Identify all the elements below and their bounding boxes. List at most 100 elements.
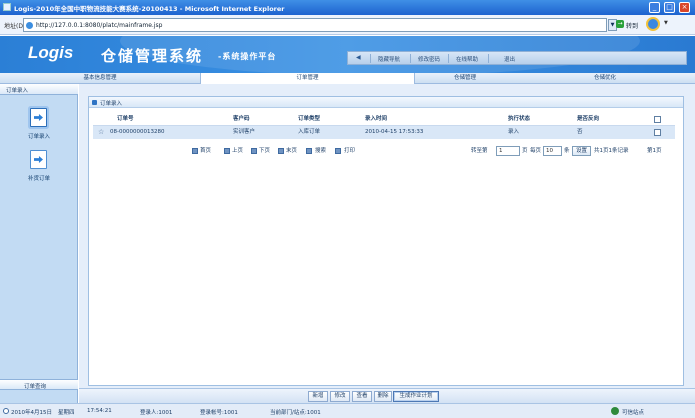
search-button[interactable]: 搜索	[315, 145, 326, 157]
system-name: 仓储管理系统	[101, 47, 204, 65]
cell-entry-time: 2010-04-15 17:53:33	[365, 129, 424, 135]
add-button[interactable]: 新增	[308, 391, 328, 402]
goto-page-input[interactable]: 1	[496, 146, 520, 156]
hide-nav-link[interactable]: 隐藏导航	[378, 55, 400, 63]
record-summary: 共1页1条记录	[594, 148, 629, 154]
prev-page-button[interactable]: 上页	[232, 145, 243, 157]
clock-icon	[3, 408, 9, 414]
select-all-checkbox[interactable]	[654, 116, 661, 123]
sidebar-footer[interactable]: 订单查询	[0, 379, 78, 390]
links-dropdown-icon[interactable]: ▼	[664, 20, 668, 26]
sidebar-header[interactable]: 订单录入	[0, 84, 78, 95]
column-header-order-type[interactable]: 订单类型	[298, 113, 320, 126]
apply-page-size-button[interactable]: 设置	[572, 146, 591, 156]
per-page-label: 每页	[530, 148, 542, 154]
go-label: 转到	[626, 23, 639, 30]
status-time: 17:54:21	[87, 408, 112, 414]
window-title: Logis-2010年全国中职物流技能大赛系统-20100413 - Micro…	[14, 5, 285, 13]
panel-title: 订单录入	[100, 101, 123, 107]
address-url: http://127.0.0.1:8080/platc/mainframe.js…	[36, 22, 163, 29]
status-bar: 2010年4月15日 星期四 17:54:21 登录人:1001 登录帐号:10…	[0, 403, 695, 418]
status-account: 登录帐号:1001	[200, 410, 238, 416]
row-checkbox[interactable]	[654, 129, 661, 136]
main-content: 订单录入 订单号 客户码 订单类型 录入时间 执行状态 是否反向 ☆ 08-00…	[79, 84, 695, 388]
search-icon	[306, 148, 312, 154]
last-page-button[interactable]: 末页	[286, 145, 297, 157]
cell-order-no[interactable]: 08-0000000013280	[110, 126, 164, 139]
tab-warehouse-optimization[interactable]: 仓储优化	[515, 73, 695, 84]
toolbar-divider	[488, 54, 489, 63]
first-page-icon	[192, 148, 198, 154]
window-title-bar: Logis-2010年全国中职物流技能大赛系统-20100413 - Micro…	[0, 0, 695, 15]
address-bar: 地址(D) http://127.0.0.1:8080/platc/mainfr…	[0, 15, 695, 35]
status-date: 2010年4月15日	[11, 410, 52, 416]
address-input[interactable]: http://127.0.0.1:8080/platc/mainframe.js…	[23, 18, 607, 32]
arrow-icon	[34, 114, 43, 121]
print-button[interactable]: 打印	[344, 145, 355, 157]
header-banner: Logis 仓储管理系统 -系统操作平台 ◀ 隐藏导航 修改密码 在线帮助 退出	[0, 36, 695, 73]
toolbar-divider	[370, 54, 371, 63]
toolbar-divider	[448, 54, 449, 63]
next-page-icon	[251, 148, 257, 154]
back-arrow-icon[interactable]: ◀	[356, 54, 366, 62]
sidebar-item-label: 补货订单	[27, 176, 50, 182]
online-help-link[interactable]: 在线帮助	[456, 55, 478, 63]
generate-plan-button[interactable]: 生成作业计划	[393, 391, 439, 402]
edit-button[interactable]: 修改	[330, 391, 350, 402]
panel-header: 订单录入	[89, 97, 683, 108]
next-page-button[interactable]: 下页	[259, 145, 270, 157]
order-entry-icon	[30, 108, 47, 127]
row-star-icon: ☆	[98, 128, 105, 136]
column-header-entry-time[interactable]: 录入时间	[365, 113, 387, 126]
sidebar-item-replenish-order[interactable]: 补货订单	[16, 150, 62, 192]
trusted-site-icon	[611, 407, 619, 415]
page-unit-label: 页	[522, 148, 528, 154]
restore-button[interactable]: □	[664, 2, 675, 13]
order-entry-panel: 订单录入 订单号 客户码 订单类型 录入时间 执行状态 是否反向 ☆ 08-00…	[88, 96, 684, 386]
column-header-order-no[interactable]: 订单号	[117, 113, 134, 126]
tab-basic-info[interactable]: 基本信息管理	[0, 73, 200, 84]
table-header: 订单号 客户码 订单类型 录入时间 执行状态 是否反向	[93, 113, 675, 126]
sidebar-item-label: 订单录入	[27, 134, 50, 140]
arrow-icon	[34, 156, 43, 163]
column-header-customer[interactable]: 客户码	[233, 113, 250, 126]
current-page-label: 第1页	[647, 148, 662, 154]
change-password-link[interactable]: 修改密码	[418, 55, 440, 63]
cell-customer: 实训客户	[233, 129, 256, 135]
cell-reverse: 否	[577, 129, 583, 135]
cell-order-type: 入库订单	[298, 129, 321, 135]
column-header-reverse[interactable]: 是否反向	[577, 113, 599, 126]
page-icon	[26, 22, 33, 29]
sidebar-item-order-entry[interactable]: 订单录入	[16, 108, 62, 150]
prev-page-icon	[224, 148, 230, 154]
sidebar-header-label: 订单录入	[6, 88, 29, 94]
status-login-user: 登录人:1001	[140, 410, 173, 416]
per-page-input[interactable]: 10	[543, 146, 562, 156]
goto-page-label: 转至第	[471, 148, 488, 154]
minimize-button[interactable]: _	[649, 2, 660, 13]
view-button[interactable]: 查看	[352, 391, 372, 402]
header-toolbar: ◀ 隐藏导航 修改密码 在线帮助 退出	[347, 51, 687, 65]
logout-link[interactable]: 退出	[504, 55, 515, 63]
app-icon	[3, 3, 11, 11]
go-button[interactable]: → 转到	[614, 18, 644, 32]
replenish-order-icon	[30, 150, 47, 169]
go-arrow-icon: →	[616, 20, 624, 28]
module-tabs: 基本信息管理 订单管理 仓储管理 仓储优化	[0, 73, 695, 84]
pagination-bar: 首页 上页 下页 末页 搜索 打印 转至第 1 页 每页 10 条 设置 共1页…	[93, 145, 675, 157]
system-subtitle: -系统操作平台	[218, 52, 277, 61]
table-row[interactable]: ☆ 08-0000000013280 实训客户 入库订单 2010-04-15 …	[93, 126, 675, 139]
status-department: 当前部门/站点:1001	[270, 410, 321, 416]
ie-logo-icon	[646, 17, 660, 31]
tab-warehouse-management[interactable]: 仓储管理	[415, 73, 515, 84]
sidebar-footer-label: 订单查询	[24, 384, 47, 390]
column-header-status[interactable]: 执行状态	[508, 113, 530, 126]
logo: Logis	[28, 43, 74, 62]
sidebar: 订单录入 订单录入 补货订单 订单查询	[0, 84, 78, 403]
action-bar: 新增 修改 查看 删除 生成作业计划	[79, 388, 695, 403]
close-button[interactable]: ×	[679, 2, 690, 13]
delete-button[interactable]: 删除	[374, 391, 392, 402]
first-page-button[interactable]: 首页	[200, 145, 211, 157]
tab-order-management[interactable]: 订单管理	[200, 73, 415, 84]
status-security-zone: 可信站点	[622, 410, 645, 416]
